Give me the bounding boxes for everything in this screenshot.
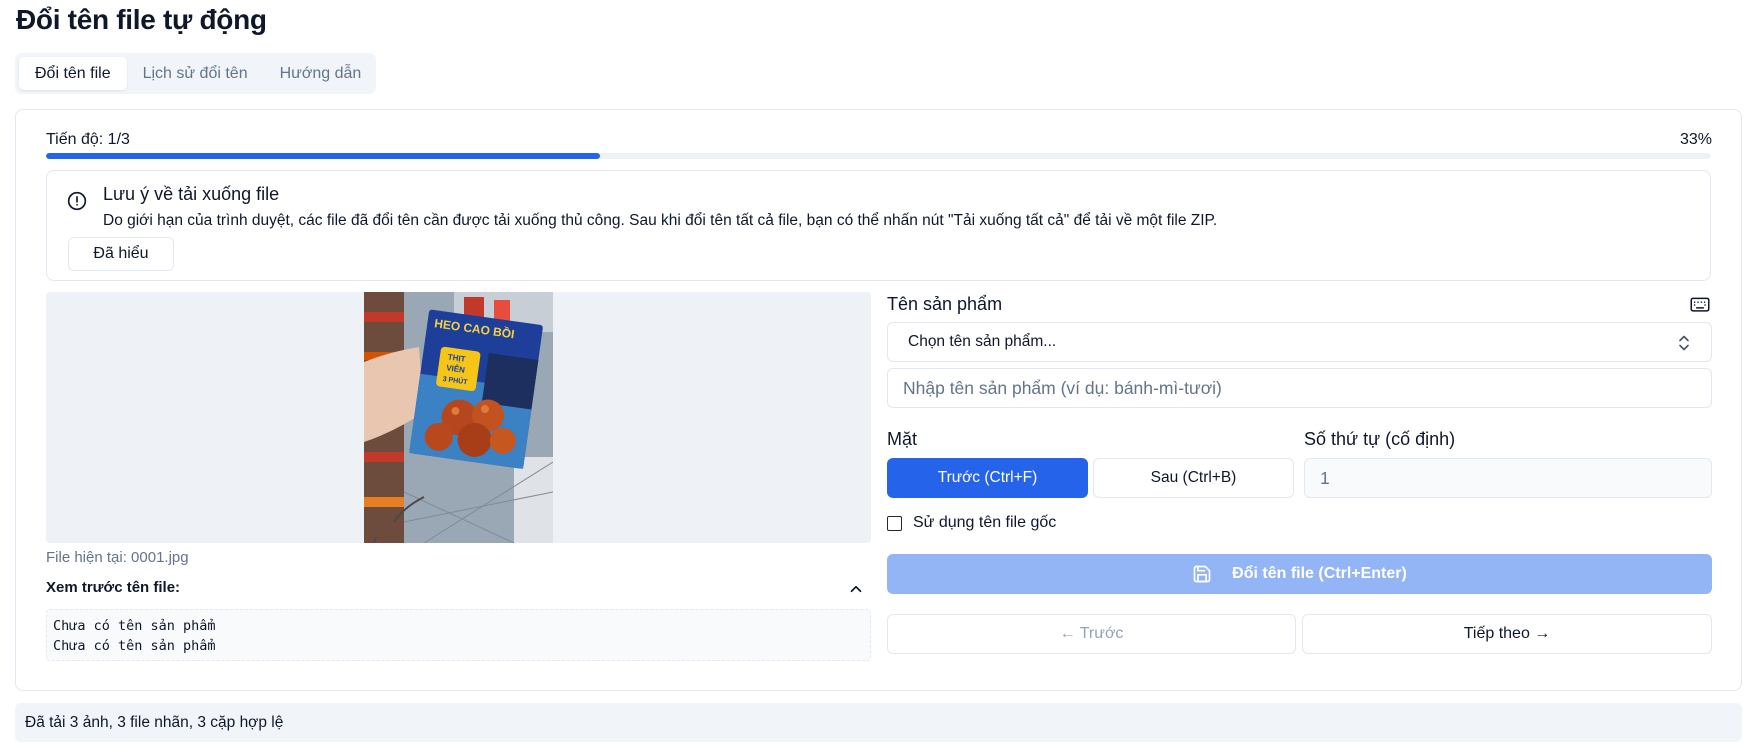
save-icon (1193, 565, 1211, 583)
status-text: Đã tải 3 ảnh, 3 file nhãn, 3 cặp hợp lệ (25, 713, 284, 731)
progress-bar (46, 153, 1711, 159)
order-number-field: 1 (1304, 458, 1712, 498)
filename-preview-list: Chưa có tên sản phẩm Chưa có tên sản phẩ… (46, 609, 871, 661)
tab-guide[interactable]: Hướng dẫn (264, 57, 378, 90)
status-bar: Đã tải 3 ảnh, 3 file nhãn, 3 cặp hợp lệ (15, 703, 1742, 742)
page-title: Đổi tên file tự động (16, 4, 267, 35)
order-number-label: Số thứ tự (cố định) (1304, 429, 1456, 449)
current-file-label: File hiện tại: 0001.jpg (46, 549, 189, 566)
rename-file-label: Đổi tên file (Ctrl+Enter) (1232, 565, 1407, 582)
filename-preview-item: Chưa có tên sản phẩm (53, 618, 216, 634)
notice-title: Lưu ý về tải xuống file (103, 184, 280, 204)
use-original-name-label[interactable]: Sử dụng tên file gốc (913, 514, 1056, 532)
product-photo: HEO CAO BỒI THỊT VIÊN 3 PHÚT (364, 292, 553, 543)
back-face-button[interactable]: Sau (Ctrl+B) (1093, 458, 1294, 498)
acknowledge-button[interactable]: Đã hiểu (68, 237, 174, 271)
next-button[interactable]: Tiếp theo → (1302, 614, 1712, 654)
tab-history[interactable]: Lịch sử đổi tên (127, 57, 264, 90)
notice-description: Do giới hạn của trình duyệt, các file đã… (103, 212, 1218, 229)
product-name-select[interactable]: Chọn tên sản phẩm... (887, 322, 1712, 362)
face-label: Mặt (887, 429, 918, 449)
progress-percent: 33% (1679, 131, 1712, 148)
previous-button[interactable]: ← Trước (887, 614, 1296, 654)
tab-rename[interactable]: Đổi tên file (19, 57, 127, 90)
tab-list: Đổi tên file Lịch sử đổi tên Hướng dẫn (15, 53, 376, 94)
use-original-name-checkbox[interactable] (887, 515, 902, 531)
progress-label: Tiến độ: 1/3 (46, 131, 130, 148)
filename-preview-item: Chưa có tên sản phẩm (53, 638, 216, 654)
product-name-label: Tên sản phẩm (887, 294, 1003, 314)
product-name-input[interactable] (887, 368, 1712, 408)
front-face-button[interactable]: Trước (Ctrl+F) (887, 458, 1088, 498)
keyboard-icon[interactable] (1690, 296, 1710, 314)
filename-preview-label: Xem trước tên file: (46, 579, 181, 596)
download-notice: Lưu ý về tải xuống file Do giới hạn của … (46, 170, 1711, 281)
image-preview: HEO CAO BỒI THỊT VIÊN 3 PHÚT (46, 292, 871, 543)
alert-circle-icon (67, 191, 87, 211)
product-select-value: Chọn tên sản phẩm... (908, 333, 1057, 350)
rename-file-button[interactable]: Đổi tên file (Ctrl+Enter) (887, 554, 1712, 594)
progress-fill (46, 153, 601, 159)
use-original-name-row[interactable]: Sử dụng tên file gốc (887, 513, 1056, 533)
chevrons-up-down-icon (1679, 335, 1689, 351)
chevron-up-icon[interactable] (847, 580, 865, 598)
